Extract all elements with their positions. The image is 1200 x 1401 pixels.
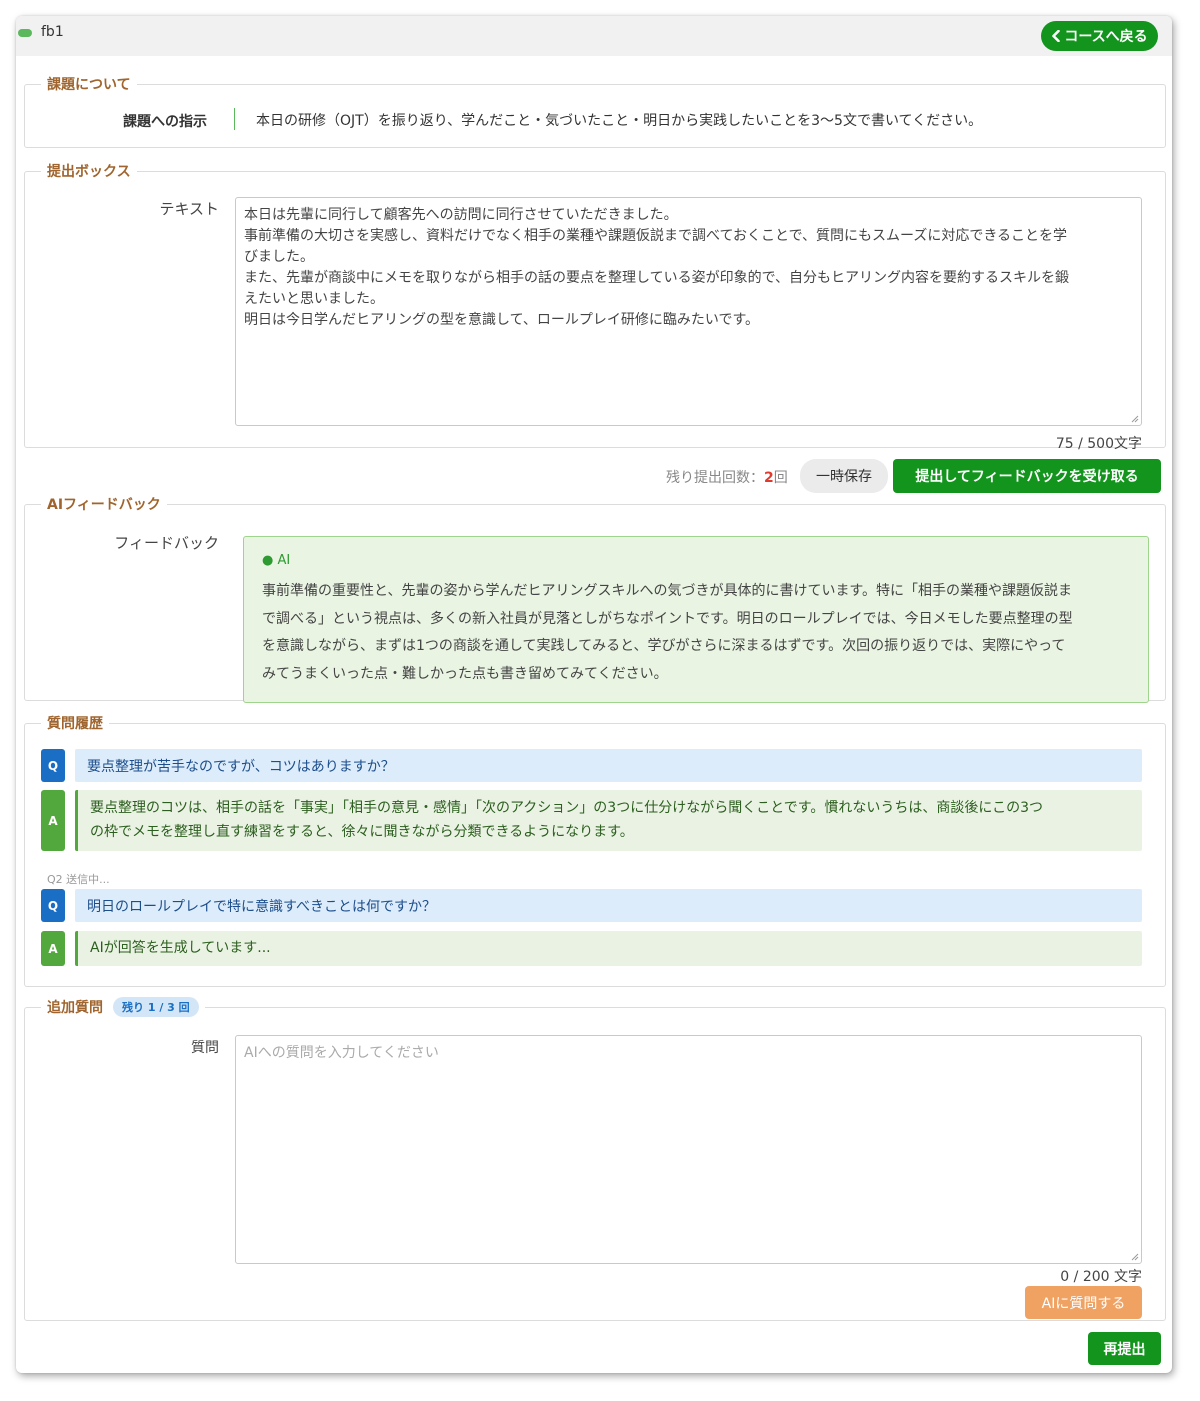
answer-bubble: 要点整理のコツは、相手の話を「事実」「相手の意見・感情」「次のアクション」の3つ… [75, 790, 1142, 851]
instruction-label: 課題への指示 [123, 114, 207, 130]
question-history-section: 質問履歴 Q 要点整理が苦手なのですが、コツはありますか？ A 要点整理のコツは… [24, 713, 1166, 987]
question-bubble: 要点整理が苦手なのですが、コツはありますか？ [75, 749, 1142, 782]
question-char-count: 0 / 200 文字 [1060, 1269, 1142, 1285]
answer-line: の枠でメモを整理し直す練習をすると、徐々に聞きながら分類できるようになります。 [90, 824, 634, 840]
feedback-line: 事前準備の重要性と、先輩の姿から学んだヒアリングスキルへの気づきが具体的に書けて… [262, 583, 1073, 599]
question-textarea[interactable]: AIへの質問を入力してください [235, 1035, 1142, 1264]
feedback-line: を意識しながら、まずは1つの商談を通して実践してみると、学びがさらに深まるはずで… [262, 638, 1066, 654]
submission-line: びました。 [244, 249, 314, 265]
ai-feedback-legend: AIフィードバック [47, 497, 161, 513]
remaining-unit: 回 [773, 470, 788, 486]
submit-feedback-button[interactable]: 提出してフィードバックを受け取る [893, 459, 1161, 493]
pending-status: Q2 送信中... [47, 873, 110, 886]
question-label: 質問 [191, 1040, 219, 1056]
resize-handle-icon[interactable] [1131, 415, 1139, 423]
question-bubble: 明日のロールプレイで特に意識すべきことは何ですか？ [75, 889, 1142, 922]
remaining-questions-badge: 残り 1 / 3 回 [113, 997, 199, 1017]
remaining-count: 2 [764, 470, 774, 486]
followup-legend: 追加質問 残り 1 / 3 回 [41, 997, 205, 1017]
feedback-box: ● AI 事前準備の重要性と、先輩の姿から学んだヒアリングスキルへの気づきが具体… [243, 536, 1149, 703]
submission-section: 提出ボックス テキスト 本日は先輩に同行して顧客先への訪問に同行させていただきま… [24, 161, 1166, 452]
dot-icon: ● [262, 553, 274, 568]
assignment-section: 課題について 課題への指示 本日の研修（OJT）を振り返り、学んだこと・気づいた… [24, 74, 1166, 148]
feedback-label: フィードバック [114, 534, 219, 552]
submission-char-count: 75 / 500文字 [1055, 436, 1142, 452]
instruction-divider [234, 108, 235, 130]
feedback-line: みてうまくいった点・難しかった点も書き留めてみてください。 [262, 665, 668, 682]
remaining-label: 残り提出回数： [666, 470, 764, 486]
question-placeholder: AIへの質問を入力してください [244, 1045, 439, 1061]
followup-question-section: 追加質問 残り 1 / 3 回 質問 AIへの質問を入力してください 0 / 20… [24, 997, 1166, 1321]
answer-badge: A [41, 790, 65, 851]
ask-ai-button[interactable]: AIに質問する [1025, 1286, 1142, 1319]
assignment-title: fb1 [41, 24, 64, 40]
chevron-left-icon [1052, 30, 1061, 42]
question-badge: Q [41, 889, 65, 922]
resize-handle-icon[interactable] [1131, 1253, 1139, 1261]
feedback-source-label: AI [277, 553, 291, 568]
remaining-submissions: 残り提出回数：2回 [666, 467, 788, 487]
answer-line: 要点整理のコツは、相手の話を「事実」「相手の意見・感情」「次のアクション」の3つ… [90, 800, 1044, 816]
assignment-legend: 課題について [47, 77, 131, 93]
followup-legend-text: 追加質問 [47, 1000, 103, 1016]
history-legend: 質問履歴 [47, 716, 103, 732]
feedback-source-tag: ● AI [262, 553, 1130, 568]
back-button-label: コースへ戻る [1064, 29, 1148, 45]
answer-bubble-pending: AIが回答を生成しています... [75, 931, 1142, 966]
assignment-card: fb1 コースへ戻る 課題について 課題への指示 本日の研修（OJT）を振り返り… [16, 16, 1172, 1373]
submission-line: えたいと思いました。 [244, 291, 384, 307]
resubmit-button[interactable]: 再提出 [1088, 1332, 1161, 1365]
back-to-course-button[interactable]: コースへ戻る [1041, 21, 1158, 51]
submission-line: 事前準備の大切さを実感し、資料だけでなく相手の業種や課題仮説まで調べておくことで… [244, 228, 1068, 244]
card-header: fb1 コースへ戻る [16, 16, 1172, 56]
submission-line: 本日は先輩に同行して顧客先への訪問に同行させていただきました。 [244, 207, 678, 223]
submission-textarea[interactable]: 本日は先輩に同行して顧客先への訪問に同行させていただきました。 事前準備の大切さ… [235, 197, 1142, 426]
submission-line: また、先輩が商談中にメモを取りながら相手の話の要点を整理している姿が印象的で、自… [244, 270, 1070, 286]
feedback-text: 事前準備の重要性と、先輩の姿から学んだヒアリングスキルへの気づきが具体的に書けて… [262, 578, 1130, 688]
instruction-text: 本日の研修（OJT）を振り返り、学んだこと・気づいたこと・明日から実践したいこと… [256, 113, 983, 129]
question-badge: Q [41, 749, 65, 782]
feedback-line: で調べる」という視点は、多くの新入社員が見落としがちなポイントです。明日のロール… [262, 610, 1073, 627]
submission-legend: 提出ボックス [47, 164, 131, 180]
submission-line: 明日は今日学んだヒアリングの型を意識して、ロールプレイ研修に臨みたいです。 [244, 312, 760, 328]
text-label: テキスト [159, 200, 219, 218]
answer-badge: A [41, 931, 65, 966]
save-draft-button[interactable]: 一時保存 [800, 459, 888, 493]
ai-feedback-section: AIフィードバック フィードバック ● AI 事前準備の重要性と、先輩の姿から学… [24, 494, 1166, 703]
status-pill [18, 29, 32, 37]
